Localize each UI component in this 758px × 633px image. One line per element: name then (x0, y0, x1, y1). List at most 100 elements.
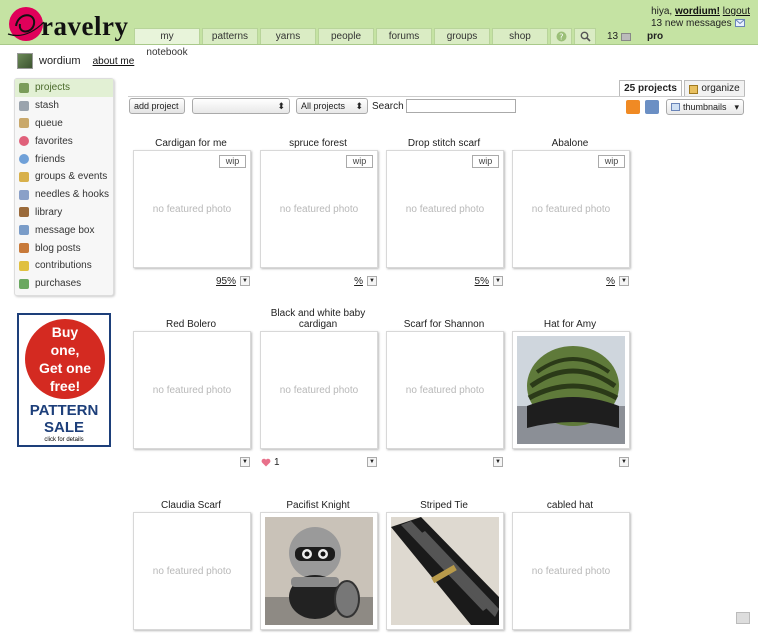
chevron-down-icon[interactable]: ▼ (240, 276, 250, 286)
project-card[interactable]: wip no featured photo (512, 150, 630, 268)
project-photo[interactable] (265, 517, 373, 625)
logout-link[interactable]: logout (723, 6, 750, 17)
progress-link[interactable]: % (606, 276, 615, 287)
nav-people[interactable]: people (318, 28, 374, 44)
nav-my-notebook[interactable]: my notebook (134, 28, 200, 58)
nav-patterns[interactable]: patterns (202, 28, 258, 44)
sidebar-item-favorites[interactable]: favorites (15, 132, 113, 150)
pattern-sale-ad[interactable]: Buy one, Get one free! PATTERN SALE clic… (17, 313, 111, 447)
chevron-down-icon[interactable]: ▼ (619, 276, 629, 286)
message-count-link[interactable]: 13 (607, 31, 632, 42)
project-title[interactable]: Scarf for Shannon (385, 319, 503, 330)
project-card[interactable] (386, 512, 504, 630)
sidebar-item-groups-events[interactable]: groups & events (15, 168, 113, 186)
ad-line: Get one (38, 360, 92, 376)
help-tab[interactable]: ? (550, 28, 572, 44)
project-footer: % ▼ (511, 276, 629, 288)
project-title[interactable]: Pacifist Knight (259, 500, 377, 511)
progress-link[interactable]: % (354, 276, 363, 287)
tab-organize[interactable]: organize (684, 80, 745, 97)
project-title[interactable]: Red Bolero (132, 319, 250, 330)
sidebar-item-queue[interactable]: queue (15, 115, 113, 133)
nav-shop[interactable]: shop (492, 28, 548, 44)
sidebar-item-contributions[interactable]: contributions (15, 257, 113, 275)
project-title[interactable]: Claudia Scarf (132, 500, 250, 511)
project-card[interactable]: no featured photo (133, 512, 251, 630)
envelope-icon[interactable] (735, 19, 745, 27)
corner-icon[interactable] (736, 612, 750, 624)
grid-icon (671, 103, 680, 111)
search-input[interactable] (405, 99, 516, 113)
no-photo-text: no featured photo (152, 566, 232, 577)
project-photo[interactable] (391, 517, 499, 625)
project-card[interactable]: wip no featured photo (133, 150, 251, 268)
inbox-icon (621, 32, 632, 41)
sidebar-item-library[interactable]: library (15, 204, 113, 222)
username-link[interactable]: wordium! (675, 6, 720, 17)
search-tab[interactable] (574, 28, 596, 44)
avatar[interactable] (17, 53, 33, 69)
ad-circle: Buy one, Get one free! (25, 319, 105, 399)
project-title[interactable]: Drop stitch scarf (385, 138, 503, 149)
project-card[interactable] (512, 331, 630, 449)
sidebar-item-needles-hooks[interactable]: needles & hooks (15, 186, 113, 204)
sidebar-item-label: blog posts (35, 242, 81, 254)
chevron-down-icon[interactable]: ▼ (493, 276, 503, 286)
chevron-down-icon[interactable]: ▼ (367, 457, 377, 467)
sidebar-item-stash[interactable]: stash (15, 97, 113, 115)
project-title[interactable]: Black and white baby cardigan (259, 308, 377, 330)
project-card[interactable]: no featured photo (386, 331, 504, 449)
project-title[interactable]: cabled hat (511, 500, 629, 511)
project-card[interactable]: wip no featured photo (386, 150, 504, 268)
project-title[interactable]: spruce forest (259, 138, 377, 149)
sort-select[interactable]: ⬍ (192, 98, 290, 114)
no-photo-text: no featured photo (152, 385, 232, 396)
project-card[interactable]: no featured photo (133, 331, 251, 449)
sidebar-item-purchases[interactable]: purchases (15, 275, 113, 293)
progress-link[interactable]: 5% (475, 276, 489, 287)
sidebar-item-blog-posts[interactable]: blog posts (15, 239, 113, 257)
project-card[interactable]: wip no featured photo (260, 150, 378, 268)
project-card[interactable]: no featured photo (512, 512, 630, 630)
progress-link[interactable]: 95% (216, 276, 236, 287)
project-photo[interactable] (517, 336, 625, 444)
project-title[interactable]: Cardigan for me (132, 138, 250, 149)
chevron-down-icon[interactable]: ▼ (240, 457, 250, 467)
slideshow-icon[interactable] (645, 100, 659, 114)
ad-details: click for details (44, 437, 84, 443)
chevron-down-icon[interactable]: ▼ (493, 457, 503, 467)
chevron-updown-icon: ⬍ (277, 100, 285, 111)
chevron-down-icon[interactable]: ▼ (619, 457, 629, 467)
add-project-button[interactable]: add project (129, 98, 185, 114)
sidebar-item-label: message box (35, 224, 95, 236)
tab-projects[interactable]: 25 projects (619, 80, 682, 97)
favorites-count[interactable]: 1 (261, 457, 280, 468)
ad-line: one, (50, 342, 80, 358)
sidebar-item-projects[interactable]: projects (15, 79, 113, 97)
project-card[interactable] (260, 512, 378, 630)
heart-icon (261, 458, 271, 467)
project-title[interactable]: Hat for Amy (511, 319, 629, 330)
sidebar-item-label: groups & events (35, 171, 108, 183)
sidebar-item-friends[interactable]: friends (15, 150, 113, 168)
nav-yarns[interactable]: yarns (260, 28, 316, 44)
rss-icon[interactable] (626, 100, 640, 114)
project-footer: 95% ▼ (132, 276, 250, 288)
chevron-down-icon[interactable]: ▼ (367, 276, 377, 286)
project-title[interactable]: Abalone (511, 138, 629, 149)
crochet-hat-image (517, 336, 625, 444)
ravelry-logo[interactable]: ravelry (6, 4, 131, 44)
svg-text:?: ? (559, 33, 563, 42)
sidebar-item-message-box[interactable]: message box (15, 221, 113, 239)
project-card[interactable]: no featured photo (260, 331, 378, 449)
filter-select[interactable]: All projects ⬍ (296, 98, 368, 114)
sidebar-item-label: contributions (35, 260, 92, 272)
view-mode-select[interactable]: thumbnails ▾ (666, 99, 744, 115)
new-messages-link[interactable]: 13 new messages (651, 18, 732, 29)
project-title[interactable]: Striped Tie (385, 500, 503, 511)
nav-groups[interactable]: groups (434, 28, 490, 44)
nav-forums[interactable]: forums (376, 28, 432, 44)
favorites-number: 1 (274, 457, 280, 468)
help-icon: ? (556, 31, 566, 42)
about-me-link[interactable]: about me (93, 56, 135, 67)
